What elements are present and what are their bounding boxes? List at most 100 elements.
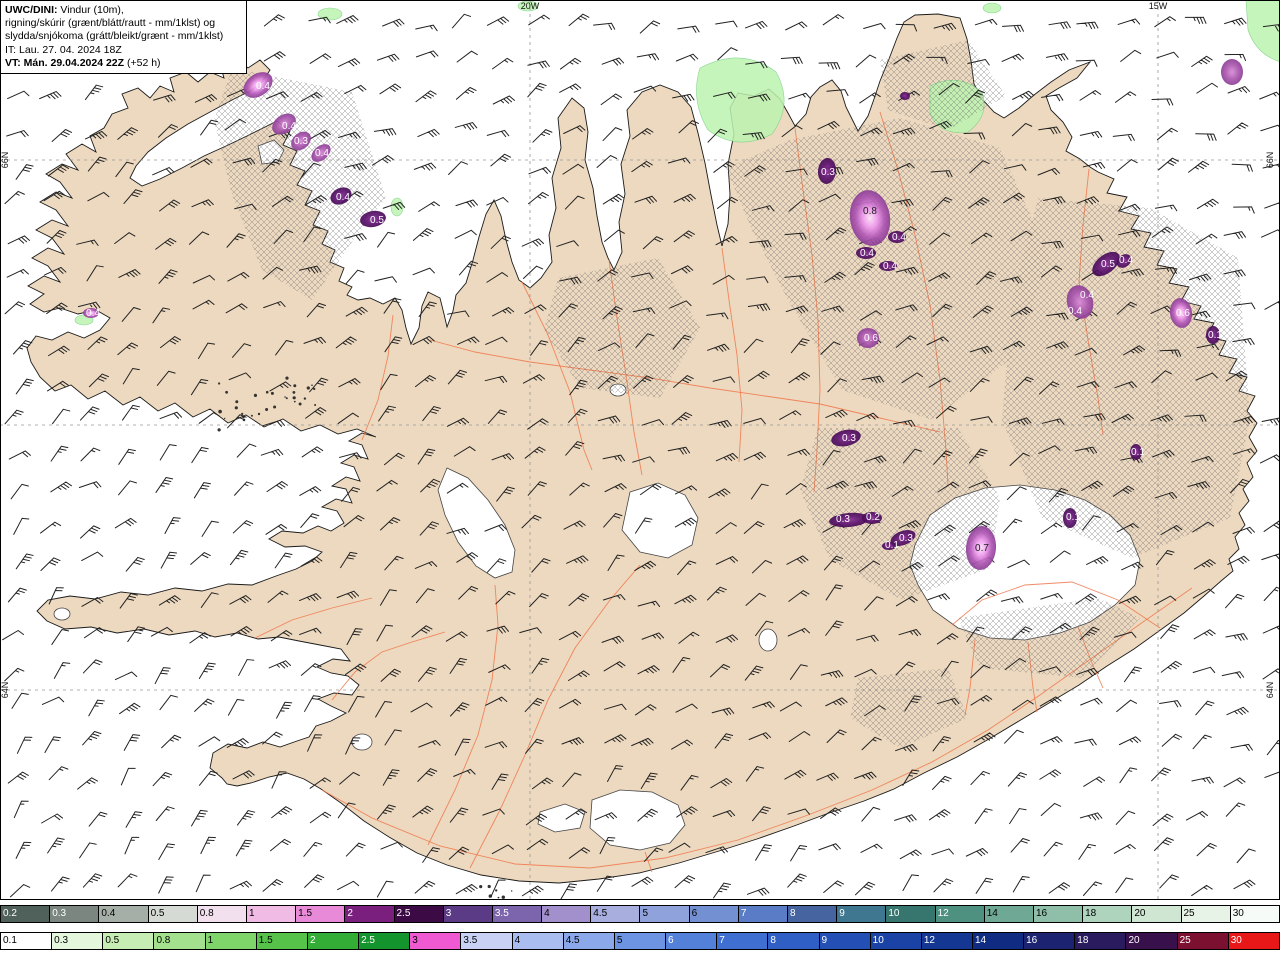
colorbar-cell: 4 [542, 905, 592, 923]
it-label: IT: [5, 43, 17, 56]
title-line-product: UWC/DINI: Vindur (10m), [5, 4, 242, 17]
precip-value-label: 0.3 [842, 433, 856, 444]
precip-value-label: 0.6 [1176, 308, 1190, 319]
colorbar-cell: 12 [921, 932, 973, 950]
precip-value-label: 0.7 [975, 543, 989, 554]
colorbar-cell: 9 [837, 905, 887, 923]
latitude-label: 66N [0, 152, 10, 169]
colorbar-cell: 0.2 [0, 905, 51, 923]
colorbar-cell: 1.5 [296, 905, 346, 923]
colorbar-cell: 0.3 [50, 905, 100, 923]
colorbar-cell: 7 [717, 932, 769, 950]
colorbar-cell: 0.1 [0, 932, 53, 950]
colorbar-cell: 3.5 [492, 905, 543, 923]
precip-value-label: 0.4 [282, 121, 296, 132]
colorbar-cell: 3.5 [461, 932, 513, 950]
title-line-snow: slydda/snjókoma (grátt/bleikt/grænt - mm… [5, 30, 224, 43]
precip-value-label: 0.4 [883, 261, 897, 272]
colorbar-cell: 0.5 [148, 905, 198, 923]
precip-value-label: 0.5 [370, 215, 384, 226]
precip-value-label: 0.4 [315, 148, 329, 159]
precip-value-label: 0.4 [1080, 290, 1094, 301]
colorbar-cell: 5 [614, 932, 667, 950]
map-title-box: UWC/DINI: Vindur (10m), rigning/skúrir (… [0, 0, 247, 75]
colorbar-cell: 18 [1075, 932, 1127, 950]
colorbar-cell: 14 [984, 905, 1034, 923]
latitude-label: 66N [1265, 152, 1275, 169]
colorbar-cell: 4 [512, 932, 564, 950]
precip-value-label: 0.6 [864, 333, 878, 344]
precip-value-label: 0.8 [863, 206, 877, 217]
precip-value-label: 0.4 [256, 81, 270, 92]
colorbar-cell: 30 [1228, 932, 1280, 950]
title-line-it: IT: Lau. 27. 04. 2024 18Z [5, 44, 242, 57]
vt-value: VT: Mán. 29.04.2024 22Z [5, 56, 125, 69]
latitude-label: 64N [1265, 682, 1275, 699]
colorbar-cell: 25 [1177, 932, 1229, 950]
colorbar-cell: 5 [640, 905, 690, 923]
precip-value-label: 0.2 [866, 512, 880, 523]
precip-blob [900, 92, 910, 100]
colorbar-cell: 20 [1132, 905, 1182, 923]
it-value: Lau. 27. 04. 2024 18Z [16, 43, 122, 56]
colorbar-cell: 10 [886, 905, 936, 923]
colorbar-cell: 0.4 [99, 905, 149, 923]
precip-value-label: 0.3 [294, 136, 308, 147]
colorbar-rain: 0.1 0.3 0.5 0.8 1 1.5 2 2.5 3 3.5 4 4.5 5 6 7 8 9 10 12 14 1… [0, 932, 1280, 950]
longitude-label: 20W [521, 1, 540, 11]
precip-value-label: 0.4 [1119, 255, 1133, 266]
title-line-rain: rigning/skúrir (grænt/blátt/rautt - mm/1… [5, 17, 216, 30]
colorbar-cell: 0.3 [52, 932, 104, 950]
precip-blob [1221, 59, 1243, 85]
colorbar-cell: 6 [689, 905, 739, 923]
precip-value-label: 0.1 [1066, 512, 1080, 523]
precip-value-label: 0.3 [836, 514, 850, 525]
precip-value-label: 0.1 [1131, 447, 1145, 458]
colorbar-cell: 7 [738, 905, 788, 923]
colorbar-cell: 30 [1230, 905, 1280, 923]
latitude-label: 64N [0, 682, 10, 699]
product-rest: Vindur (10m), [57, 4, 124, 16]
snaefellsjokull-glacier [53, 607, 71, 621]
colorbar-cell: 2.5 [394, 905, 444, 923]
colorbar-cell: 0.8 [154, 932, 206, 950]
colorbar-cell: 3 [410, 932, 462, 950]
colorbar-cell: 2 [307, 932, 360, 950]
precip-value-label: 0.4 [336, 192, 350, 203]
colorbar-cell: 1.5 [256, 932, 308, 950]
precip-value-label: 0.1 [1208, 330, 1222, 341]
colorbar-cell: 25 [1181, 905, 1231, 923]
colorbar-cell: 9 [819, 932, 871, 950]
precip-value-label: 0.1 [885, 540, 899, 551]
colorbar-cell: 16 [1033, 905, 1084, 923]
precip-value-label: 0.3 [821, 167, 835, 178]
colorbar-cell: 8 [788, 905, 838, 923]
title-line-vt: VT: Mán. 29.04.2024 22Z (+52 h) [5, 57, 242, 70]
product-code: UWC/DINI: [5, 4, 58, 16]
vt-suffix: (+52 h) [124, 56, 161, 69]
colorbar-cell: 14 [972, 932, 1025, 950]
colorbar-cell: 6 [666, 932, 718, 950]
colorbar-cell: 0.5 [103, 932, 155, 950]
colorbar-cell: 1 [246, 905, 297, 923]
colorbar-cell: 10 [870, 932, 922, 950]
colorbar-cell: 16 [1024, 932, 1076, 950]
colorbar-cell: 1 [205, 932, 257, 950]
precip-value-label: 0.4 [86, 308, 100, 319]
longitude-label: 15W [1149, 1, 1168, 11]
colorbar-cell: 18 [1083, 905, 1133, 923]
precip-value-label: 0.4 [892, 232, 906, 243]
colorbar-cell: 0.8 [197, 905, 247, 923]
colorbar-sleet-snow: 0.2 0.3 0.4 0.5 0.8 1 1.5 2 2.5 3 3.5 4 4.5 5 6 7 8 9 10 12… [0, 905, 1280, 923]
precip-value-label: 0.4 [1068, 306, 1082, 317]
precip-value-label: 0.5 [1101, 259, 1115, 270]
colorbar-cell: 8 [768, 932, 820, 950]
colorbar-cell: 4.5 [591, 905, 641, 923]
colorbar-cell: 2.5 [359, 932, 411, 950]
iceland-weather-map: 0.4 0.4 0.3 0.4 0.4 0.5 0.4 0.3 0.8 0.4 0.4 0.4 0.6 0… [0, 0, 1280, 900]
precip-value-label: 0.4 [860, 248, 874, 259]
colorbar-cell: 20 [1126, 932, 1178, 950]
legend-colorbars: 0.2 0.3 0.4 0.5 0.8 1 1.5 2 2.5 3 3.5 4 4.5 5 6 7 8 9 10 12… [0, 902, 1280, 950]
precip-value-label: 0.3 [899, 533, 913, 544]
colorbar-cell: 12 [935, 905, 985, 923]
